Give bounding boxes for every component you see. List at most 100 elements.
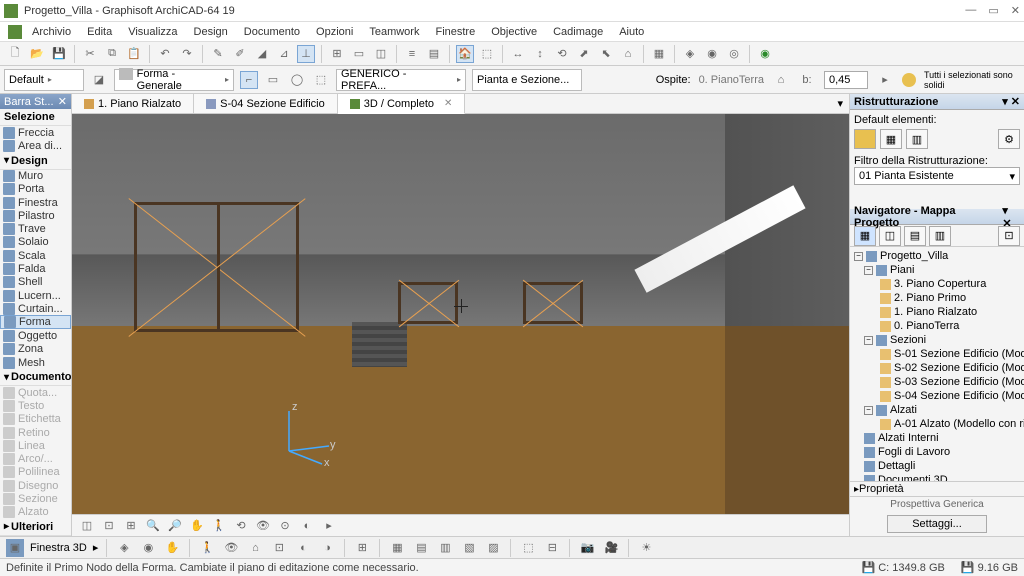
nav-btn4[interactable]: ▥ [929,226,951,246]
bt20-icon[interactable]: ☀ [637,539,655,557]
cut-icon[interactable]: ✂ [81,45,99,63]
menu-objective[interactable]: Objective [485,25,543,39]
help-icon[interactable]: ◉ [756,45,774,63]
bt17-icon[interactable]: ⊟ [543,539,561,557]
apply-icon[interactable]: ▸ [876,71,894,89]
undo-icon[interactable]: ↶ [156,45,174,63]
nav-btn2[interactable]: ◫ [879,226,901,246]
bt13-icon[interactable]: ▥ [436,539,454,557]
re-btn4[interactable]: ⚙ [998,129,1020,149]
bt7-icon[interactable]: ⊡ [270,539,288,557]
mode1-icon[interactable]: ⌐ [240,71,258,89]
tab-menu-icon[interactable]: ▾ [831,94,849,113]
menu-edita[interactable]: Edita [81,25,118,39]
minimize-button[interactable]: — [965,4,976,17]
tool-etichetta[interactable]: Etichetta [0,413,71,426]
tool-scala[interactable]: Scala [0,249,71,262]
vt9-icon[interactable]: 👁 [254,517,272,535]
vt3-icon[interactable]: ⊞ [122,517,140,535]
nt-piano1[interactable]: 1. Piano Rialzato [852,305,1022,319]
bt-view-icon[interactable]: ▣ [6,539,24,557]
tool-shell[interactable]: Shell [0,276,71,289]
bt18-icon[interactable]: 📷 [578,539,596,557]
mode4-icon[interactable]: ⬚ [312,71,330,89]
bt5-icon[interactable]: 👁 [222,539,240,557]
bt2-icon[interactable]: ◉ [139,539,157,557]
bt4-icon[interactable]: 🚶 [198,539,216,557]
menu-finestre[interactable]: Finestre [429,25,481,39]
3d-icon[interactable]: 🏠 [456,45,474,63]
m6-icon[interactable]: ⌂ [619,45,637,63]
nt-piano3[interactable]: 3. Piano Copertura [852,277,1022,291]
piano-label[interactable]: 0. PianoTerra [699,74,764,86]
tool-zona[interactable]: Zona [0,343,71,356]
m4-icon[interactable]: ⬈ [575,45,593,63]
bt3-icon[interactable]: ✋ [163,539,181,557]
vt8-icon[interactable]: ⟲ [232,517,250,535]
tool-area[interactable]: Area di... [0,139,71,152]
nt-sez3[interactable]: S-03 Sezione Edificio (Modello [852,375,1022,389]
3d-viewport[interactable]: z y x [72,114,849,514]
p1-icon[interactable]: ◈ [681,45,699,63]
tool-lucernario[interactable]: Lucern... [0,289,71,302]
pianta-dropdown[interactable]: Pianta e Sezione... [472,69,582,91]
save-icon[interactable]: 💾 [50,45,68,63]
m1-icon[interactable]: ↔ [509,45,527,63]
layer2-icon[interactable]: ▤ [425,45,443,63]
tool-quota[interactable]: Quota... [0,386,71,399]
nt-doc3d[interactable]: Documenti 3D [852,473,1022,481]
tool-polilinea[interactable]: Polilinea [0,466,71,479]
vt2-icon[interactable]: ⊡ [100,517,118,535]
tool-falda[interactable]: Falda [0,262,71,275]
nav-btn5[interactable]: ⊡ [998,226,1020,246]
view2-icon[interactable]: ◫ [372,45,390,63]
re-btn2[interactable]: ▦ [880,129,902,149]
mode2-icon[interactable]: ▭ [264,71,282,89]
settaggi-button[interactable]: Settaggi... [887,515,987,533]
filtro-select[interactable]: 01 Pianta Esistente▾ [854,167,1020,185]
tab-close-icon[interactable]: ✕ [444,98,452,109]
grid-icon[interactable]: ⊞ [328,45,346,63]
bt12-icon[interactable]: ▤ [412,539,430,557]
bt10-icon[interactable]: ⊞ [353,539,371,557]
m2-icon[interactable]: ↕ [531,45,549,63]
bt16-icon[interactable]: ⬚ [519,539,537,557]
bt1-icon[interactable]: ◈ [115,539,133,557]
prop-header[interactable]: ▸ Proprietà [850,481,1024,497]
tool-alzato[interactable]: Alzato [0,506,71,519]
tool-icon[interactable]: ✎ [209,45,227,63]
nt-dett[interactable]: Dettagli [852,459,1022,473]
layer-btn-icon[interactable]: ◪ [90,71,108,89]
tool-solaio[interactable]: Solaio [0,236,71,249]
nav-btn3[interactable]: ▤ [904,226,926,246]
menu-archivio[interactable]: Archivio [26,25,77,39]
nt-sez1[interactable]: S-01 Sezione Edificio (Modello [852,347,1022,361]
bt19-icon[interactable]: 🎥 [602,539,620,557]
open-icon[interactable]: 📂 [28,45,46,63]
m5-icon[interactable]: ⬉ [597,45,615,63]
home-icon[interactable]: ⌂ [772,71,790,89]
vt1-icon[interactable]: ◫ [78,517,96,535]
nt-piani[interactable]: −Piani [852,263,1022,277]
bt14-icon[interactable]: ▧ [460,539,478,557]
tool-testo[interactable]: Testo [0,400,71,413]
tool-trave[interactable]: Trave [0,223,71,236]
tool-finestra[interactable]: Finestra [0,196,71,209]
vt10-icon[interactable]: ⊙ [276,517,294,535]
3d2-icon[interactable]: ⬚ [478,45,496,63]
bt8-icon[interactable]: ◐ [294,539,312,557]
tool-forma[interactable]: Forma [0,315,71,329]
menu-visualizza[interactable]: Visualizza [122,25,183,39]
nt-sezioni[interactable]: −Sezioni [852,333,1022,347]
tool-arco[interactable]: Arco/... [0,453,71,466]
paste-icon[interactable]: 📋 [125,45,143,63]
tool3-icon[interactable]: ◢ [253,45,271,63]
tab-3d[interactable]: 3D / Completo✕ [338,94,466,114]
vt5-icon[interactable]: 🔎 [166,517,184,535]
default-dropdown[interactable]: Default▸ [4,69,84,91]
menu-teamwork[interactable]: Teamwork [363,25,425,39]
nt-sez2[interactable]: S-02 Sezione Edificio (Modello [852,361,1022,375]
tab-piano-rialzato[interactable]: 1. Piano Rialzato [72,94,194,113]
tool-linea[interactable]: Linea [0,439,71,452]
tool-oggetto[interactable]: Oggetto [0,329,71,342]
